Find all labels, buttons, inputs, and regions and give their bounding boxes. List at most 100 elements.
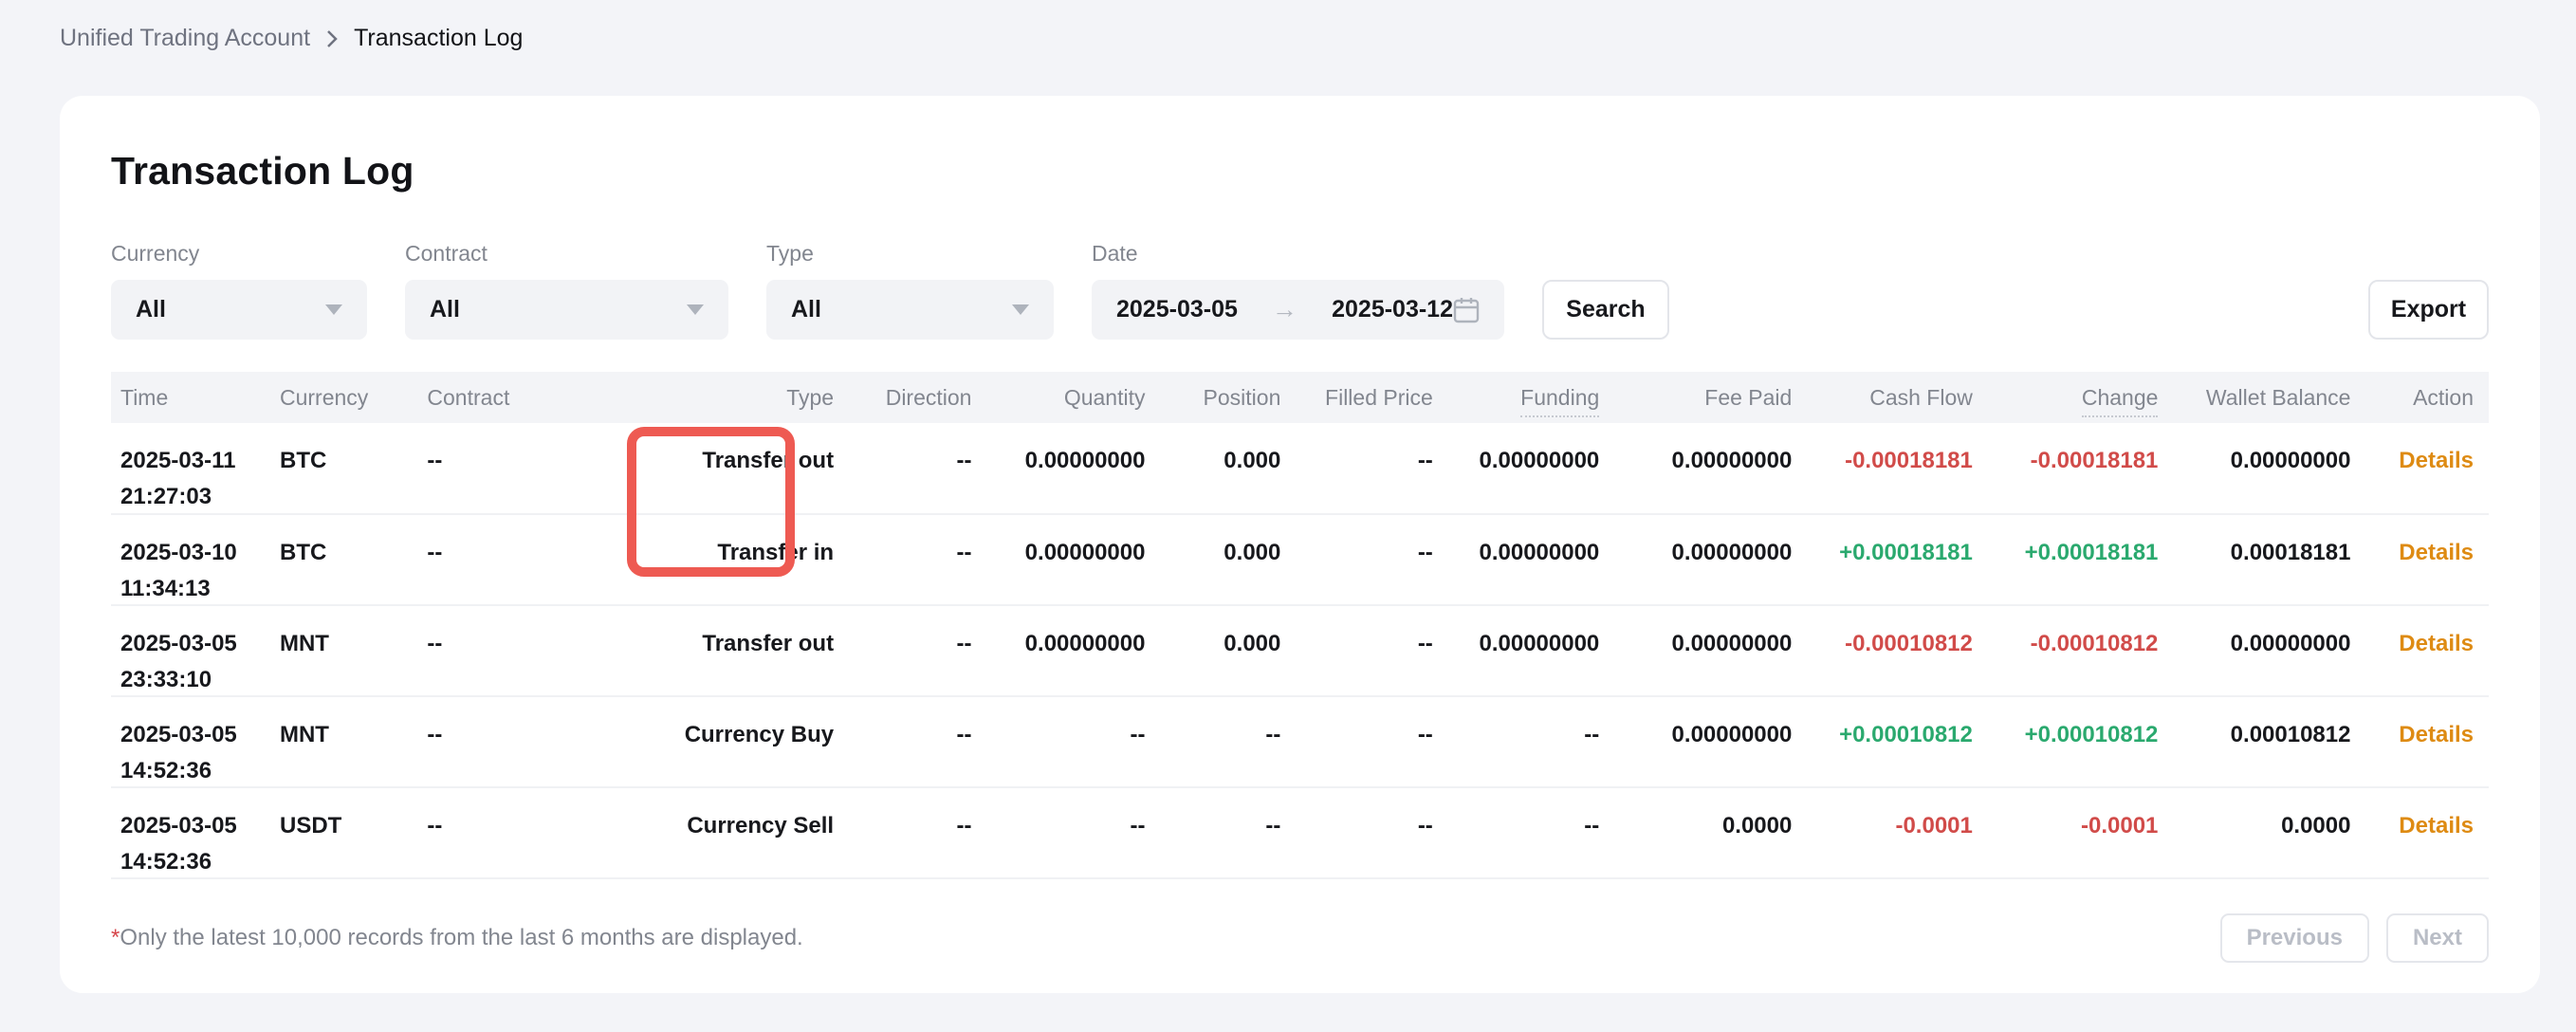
breadcrumb-parent-link[interactable]: Unified Trading Account	[60, 25, 310, 52]
cell-currency: BTC	[280, 514, 427, 605]
cell-fee-paid: 0.0000	[1599, 787, 1792, 878]
cell-quantity: --	[971, 787, 1145, 878]
cell-action: Details	[2350, 605, 2489, 696]
cell-direction: --	[834, 787, 971, 878]
cell-time: 2025-03-0514:52:36	[111, 787, 280, 878]
contract-filter-label: Contract	[405, 241, 728, 267]
cell-change: +0.00010812	[1973, 696, 2159, 787]
cell-currency: MNT	[280, 696, 427, 787]
search-button[interactable]: Search	[1542, 280, 1669, 340]
col-header-position: Position	[1145, 372, 1280, 423]
cell-action: Details	[2350, 423, 2489, 514]
cell-quantity: 0.00000000	[971, 605, 1145, 696]
cell-direction: --	[834, 696, 971, 787]
page-title: Transaction Log	[111, 149, 2489, 194]
type-select-value: All	[791, 296, 821, 323]
contract-select-value: All	[430, 296, 460, 323]
chevron-down-icon	[1012, 304, 1029, 315]
cell-cash-flow: +0.00010812	[1792, 696, 1973, 787]
cell-currency: USDT	[280, 787, 427, 878]
cell-quantity: 0.00000000	[971, 514, 1145, 605]
col-header-currency: Currency	[280, 372, 427, 423]
details-link[interactable]: Details	[2399, 540, 2474, 565]
cell-type: Transfer out	[591, 423, 834, 514]
date-start-value[interactable]: 2025-03-05	[1116, 296, 1238, 323]
table-row: 2025-03-1121:27:03 BTC -- Transfer out -…	[111, 423, 2489, 514]
details-link[interactable]: Details	[2399, 448, 2474, 473]
date-filter-group: Date 2025-03-05 → 2025-03-12	[1092, 241, 1504, 340]
cell-contract: --	[427, 514, 591, 605]
cell-quantity: --	[971, 696, 1145, 787]
search-group: Search	[1542, 280, 1669, 340]
details-link[interactable]: Details	[2399, 722, 2474, 747]
export-button[interactable]: Export	[2368, 280, 2489, 340]
contract-select[interactable]: All	[405, 280, 728, 340]
col-header-quantity: Quantity	[971, 372, 1145, 423]
cell-position: --	[1145, 787, 1280, 878]
cell-change: -0.00010812	[1973, 605, 2159, 696]
cell-fee-paid: 0.00000000	[1599, 423, 1792, 514]
cell-filled-price: --	[1280, 605, 1432, 696]
cell-direction: --	[834, 514, 971, 605]
cell-time: 2025-03-0523:33:10	[111, 605, 280, 696]
details-link[interactable]: Details	[2399, 813, 2474, 838]
arrow-right-icon: →	[1255, 295, 1315, 324]
cell-wallet-balance: 0.00010812	[2158, 696, 2350, 787]
col-header-cash-flow: Cash Flow	[1792, 372, 1973, 423]
cell-position: 0.000	[1145, 423, 1280, 514]
previous-button[interactable]: Previous	[2220, 913, 2369, 963]
cell-direction: --	[834, 605, 971, 696]
details-link[interactable]: Details	[2399, 631, 2474, 656]
next-button[interactable]: Next	[2386, 913, 2489, 963]
currency-select[interactable]: All	[111, 280, 367, 340]
cell-change: -0.0001	[1973, 787, 2159, 878]
note-asterisk: *	[111, 925, 120, 950]
table-header-row: Time Currency Contract Type Direction Qu…	[111, 372, 2489, 423]
col-header-fee-paid: Fee Paid	[1599, 372, 1792, 423]
cell-funding: 0.00000000	[1433, 514, 1599, 605]
cell-quantity: 0.00000000	[971, 423, 1145, 514]
cell-currency: MNT	[280, 605, 427, 696]
date-end-value[interactable]: 2025-03-12	[1332, 296, 1453, 323]
cell-fee-paid: 0.00000000	[1599, 514, 1792, 605]
filter-bar: Currency All Contract All Type All Date …	[111, 241, 2489, 340]
cell-filled-price: --	[1280, 696, 1432, 787]
cell-wallet-balance: 0.00000000	[2158, 423, 2350, 514]
records-note: *Only the latest 10,000 records from the…	[111, 925, 803, 951]
cell-action: Details	[2350, 787, 2489, 878]
date-range-picker[interactable]: 2025-03-05 → 2025-03-12	[1092, 280, 1504, 340]
type-select[interactable]: All	[766, 280, 1054, 340]
cell-contract: --	[427, 605, 591, 696]
table-row: 2025-03-0514:52:36 USDT -- Currency Sell…	[111, 787, 2489, 878]
table-row: 2025-03-0523:33:10 MNT -- Transfer out -…	[111, 605, 2489, 696]
currency-filter-label: Currency	[111, 241, 367, 267]
cell-funding: 0.00000000	[1433, 423, 1599, 514]
cell-time: 2025-03-1011:34:13	[111, 514, 280, 605]
transaction-table: Time Currency Contract Type Direction Qu…	[111, 372, 2489, 879]
chevron-right-icon	[325, 28, 339, 49]
currency-select-value: All	[136, 296, 166, 323]
cell-filled-price: --	[1280, 787, 1432, 878]
cell-position: 0.000	[1145, 605, 1280, 696]
col-header-wallet-balance: Wallet Balance	[2158, 372, 2350, 423]
table-row: 2025-03-1011:34:13 BTC -- Transfer in --…	[111, 514, 2489, 605]
col-header-direction: Direction	[834, 372, 971, 423]
cell-wallet-balance: 0.00000000	[2158, 605, 2350, 696]
col-header-change: Change	[1973, 372, 2159, 423]
cell-currency: BTC	[280, 423, 427, 514]
breadcrumb-current: Transaction Log	[354, 25, 523, 52]
col-header-time: Time	[111, 372, 280, 423]
currency-filter-group: Currency All	[111, 241, 367, 340]
cell-contract: --	[427, 423, 591, 514]
calendar-icon[interactable]	[1453, 296, 1480, 324]
contract-filter-group: Contract All	[405, 241, 728, 340]
col-header-type: Type	[591, 372, 834, 423]
cell-funding: --	[1433, 787, 1599, 878]
date-filter-label: Date	[1092, 241, 1504, 267]
cell-time: 2025-03-0514:52:36	[111, 696, 280, 787]
cell-type: Currency Buy	[591, 696, 834, 787]
col-header-filled-price: Filled Price	[1280, 372, 1432, 423]
cell-change: +0.00018181	[1973, 514, 2159, 605]
cell-cash-flow: +0.00018181	[1792, 514, 1973, 605]
table-row: 2025-03-0514:52:36 MNT -- Currency Buy -…	[111, 696, 2489, 787]
